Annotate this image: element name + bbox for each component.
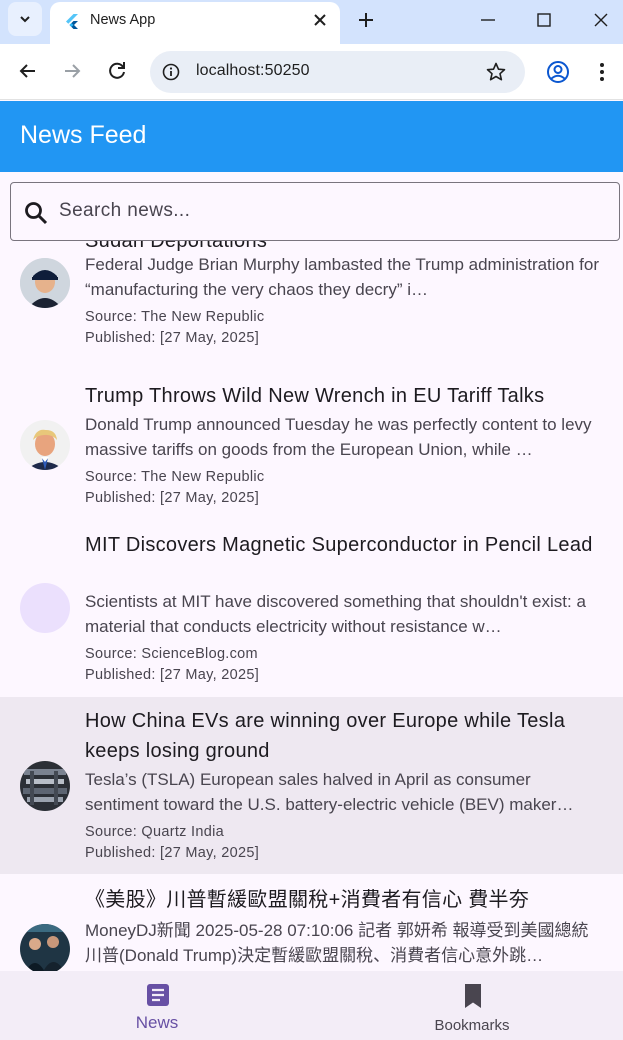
list-item[interactable]: How China EVs are winning over Europe wh… (0, 697, 623, 874)
avatar (20, 924, 70, 971)
tab-title: News App (90, 12, 156, 28)
nav-news[interactable]: News (57, 971, 257, 1040)
close-icon[interactable] (310, 10, 330, 30)
chevron-down-icon (20, 16, 30, 23)
list-item[interactable]: 《美股》川普暫緩歐盟關稅+消費者有信心 費半夯 MoneyDJ新聞 2025-0… (0, 874, 623, 971)
search-field[interactable] (10, 182, 620, 241)
article-description: Tesla’s (TSLA) European sales halved in … (85, 770, 574, 814)
page-title: News Feed (20, 121, 147, 149)
maximize-icon[interactable] (530, 6, 558, 34)
article-source: Source: The New Republic (85, 469, 265, 485)
flutter-icon (66, 14, 78, 29)
address-bar[interactable]: localhost:50250 (150, 51, 525, 93)
news-list[interactable]: Sudan Deportations Federal Judge Brian M… (0, 241, 623, 971)
search-input[interactable] (59, 191, 599, 231)
reload-icon[interactable] (104, 58, 130, 84)
list-item[interactable]: Sudan Deportations Federal Judge Brian M… (0, 241, 623, 361)
browser-tab-strip: News App (0, 0, 623, 44)
profile-icon[interactable] (545, 59, 571, 85)
site-info-icon[interactable] (162, 63, 180, 81)
browser-tab-active[interactable]: News App (50, 2, 340, 44)
article-icon (147, 984, 169, 1006)
tab-search-button[interactable] (8, 2, 42, 36)
article-title: Trump Throws Wild New Wrench in EU Tarif… (85, 385, 545, 407)
app-bar: News Feed (0, 101, 623, 172)
search-icon (25, 202, 48, 225)
article-description: MoneyDJ新聞 2025-05-28 07:10:06 記者 郭妍希 報導受… (85, 921, 589, 965)
avatar (20, 258, 70, 308)
article-published: Published: [27 May, 2025] (85, 330, 260, 346)
url-text[interactable]: localhost:50250 (196, 62, 310, 80)
article-published: Published: [27 May, 2025] (85, 667, 260, 683)
nav-news-label: News (135, 1013, 179, 1032)
nav-bookmarks[interactable]: Bookmarks (372, 971, 572, 1040)
nav-bookmarks-label: Bookmarks (434, 1017, 510, 1034)
article-source: Source: ScienceBlog.com (85, 646, 258, 662)
browser-toolbar: localhost:50250 (0, 44, 623, 100)
list-item[interactable]: Trump Throws Wild New Wrench in EU Tarif… (0, 368, 623, 514)
article-published: Published: [27 May, 2025] (85, 845, 260, 861)
article-description: Federal Judge Brian Murphy lambasted the… (85, 255, 600, 299)
article-source: Source: Quartz India (85, 824, 224, 840)
article-source: Source: The New Republic (85, 309, 265, 325)
article-description: Scientists at MIT have discovered someth… (85, 592, 586, 636)
bookmark-icon (465, 984, 481, 1008)
new-tab-plus-icon[interactable] (352, 6, 380, 34)
bottom-navigation: News Bookmarks (0, 971, 623, 1040)
back-arrow-icon[interactable] (15, 58, 41, 84)
avatar (20, 420, 70, 470)
window-close-icon[interactable] (587, 6, 615, 34)
forward-arrow-icon[interactable] (59, 58, 85, 84)
avatar-placeholder (20, 583, 70, 633)
bookmark-star-icon[interactable] (485, 61, 507, 83)
list-item[interactable]: MIT Discovers Magnetic Superconductor in… (0, 514, 623, 697)
article-title: 《美股》川普暫緩歐盟關稅+消費者有信心 費半夯 (85, 889, 530, 911)
article-title: MIT Discovers Magnetic Superconductor in… (85, 534, 593, 556)
avatar (20, 761, 70, 811)
article-published: Published: [27 May, 2025] (85, 490, 260, 506)
article-description: Donald Trump announced Tuesday he was pe… (85, 415, 592, 459)
more-vert-icon[interactable] (592, 59, 612, 85)
article-title: How China EVs are winning over Europe wh… (85, 710, 566, 762)
minimize-icon[interactable] (474, 6, 502, 34)
